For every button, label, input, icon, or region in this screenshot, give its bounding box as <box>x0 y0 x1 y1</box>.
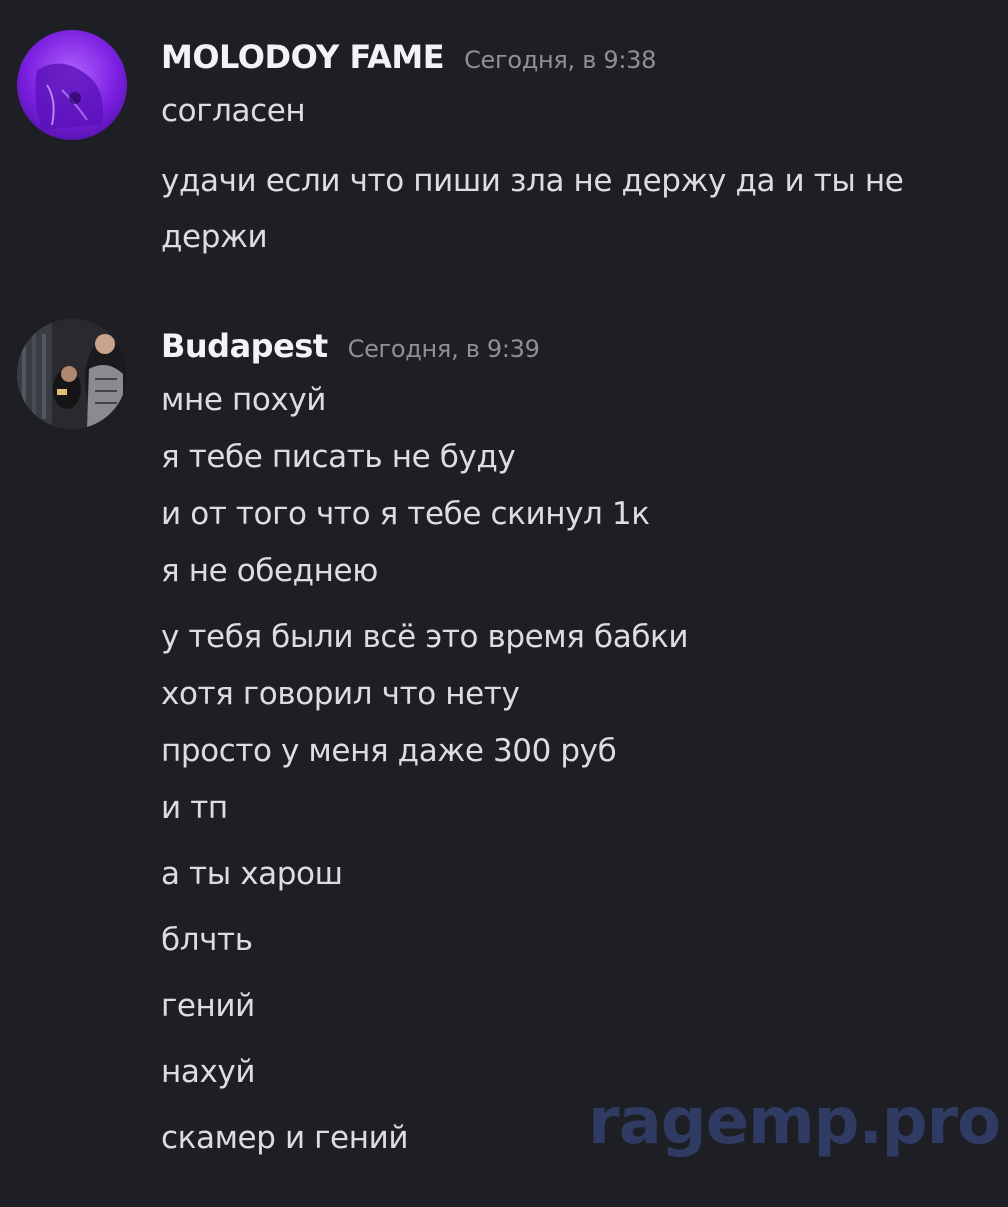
message-header: Budapest Сегодня, в 9:39 <box>161 327 540 365</box>
watermark: ragemp.pro <box>588 1085 1001 1159</box>
message-text: нахуй <box>161 1054 256 1090</box>
avatar[interactable] <box>17 30 127 140</box>
message-header: MOLODOY FAME Сегодня, в 9:38 <box>161 38 656 76</box>
message-text: и от того что я тебе скинул 1к <box>161 496 650 532</box>
message-text: согласен <box>161 93 306 129</box>
timestamp: Сегодня, в 9:38 <box>464 46 657 74</box>
avatar-image <box>17 319 127 429</box>
message-text: блчть <box>161 922 253 958</box>
message-text: а ты харош <box>161 856 343 892</box>
message-text: просто у меня даже 300 руб <box>161 733 617 769</box>
message-text: мне похуй <box>161 382 327 418</box>
timestamp: Сегодня, в 9:39 <box>347 335 540 363</box>
message-text: удачи если что пиши зла не держу да и ты… <box>161 163 904 199</box>
username[interactable]: Budapest <box>161 327 328 365</box>
message-text: скамер и гений <box>161 1120 409 1156</box>
message-text: у тебя были всё это время бабки <box>161 619 689 655</box>
message-text: я не обеднею <box>161 553 378 589</box>
avatar-image <box>17 30 127 140</box>
message-text: я тебе писать не буду <box>161 439 516 475</box>
message-text: хотя говорил что нету <box>161 676 520 712</box>
message-text: и тп <box>161 790 228 826</box>
username[interactable]: MOLODOY FAME <box>161 38 445 76</box>
avatar[interactable] <box>17 319 127 429</box>
message-text: гений <box>161 988 255 1024</box>
message-text: держи <box>161 219 268 255</box>
